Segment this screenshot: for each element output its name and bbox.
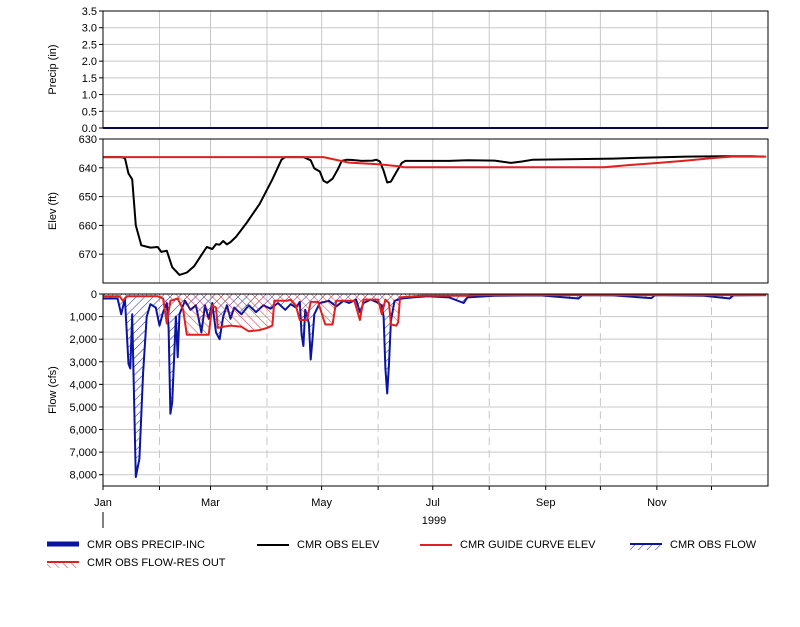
legend-label: CMR OBS ELEV bbox=[297, 539, 380, 551]
y-tick-label: 1,000 bbox=[69, 312, 97, 324]
y-tick-label: 2,000 bbox=[69, 334, 97, 346]
y-tick-label: 0 bbox=[91, 289, 97, 301]
legend: CMR OBS PRECIP-INC CMR OBS ELEV CMR GUIDE … bbox=[47, 539, 757, 569]
y-tick-label: 6,000 bbox=[69, 425, 97, 437]
y-tick-label: 5,000 bbox=[69, 402, 97, 414]
x-tick-label: Sep bbox=[536, 497, 556, 509]
y-tick-label: 3.0 bbox=[82, 23, 97, 35]
elevation-panel: 630 640 650 660 670 Elev (ft) bbox=[47, 134, 769, 284]
legend-label: CMR OBS FLOW bbox=[670, 539, 757, 551]
y-axis-label: Flow (cfs) bbox=[47, 366, 59, 414]
x-axis: Jan Mar May Jul Sep Nov bbox=[94, 486, 713, 509]
legend-item: CMR OBS FLOW-RES OUT bbox=[47, 557, 226, 569]
y-tick-label: 640 bbox=[79, 163, 97, 175]
legend-label: CMR GUIDE CURVE ELEV bbox=[460, 539, 596, 551]
hydrograph-chart: 0.00.51.01.52.02.53.03.5Precip (in) 6306… bbox=[47, 6, 769, 569]
y-tick-label: 670 bbox=[79, 249, 97, 261]
y-tick-label: 0.5 bbox=[82, 106, 97, 118]
y-tick-label: 8,000 bbox=[69, 470, 97, 482]
x-tick-label: Jan bbox=[94, 497, 112, 509]
legend-item: CMR OBS ELEV bbox=[257, 539, 380, 551]
y-tick-label: 1.0 bbox=[82, 90, 97, 102]
y-tick-label: 630 bbox=[79, 134, 97, 146]
x-axis-year-label: 1999 bbox=[422, 515, 446, 527]
x-tick-label: May bbox=[311, 497, 332, 509]
plot-area bbox=[103, 11, 768, 128]
legend-label: CMR OBS FLOW-RES OUT bbox=[87, 557, 226, 569]
legend-item: CMR OBS PRECIP-INC bbox=[47, 539, 205, 551]
y-axis-label: Precip (in) bbox=[47, 44, 59, 94]
flow-panel: 0 1,000 2,000 3,000 4,000 5,000 6,000 7,000 8,00… bbox=[47, 289, 769, 487]
legend-label: CMR OBS PRECIP-INC bbox=[87, 539, 205, 551]
y-tick-label: 2.0 bbox=[82, 56, 97, 68]
x-tick-label: Nov bbox=[647, 497, 667, 509]
legend-item: CMR OBS FLOW bbox=[630, 539, 757, 551]
precip-panel: 0.00.51.01.52.02.53.03.5Precip (in) bbox=[47, 6, 769, 135]
x-tick-label: Mar bbox=[201, 497, 220, 509]
y-axis-label: Elev (ft) bbox=[47, 192, 59, 230]
y-tick-label: 7,000 bbox=[69, 447, 97, 459]
legend-item: CMR GUIDE CURVE ELEV bbox=[420, 539, 596, 551]
y-tick-label: 3.5 bbox=[82, 6, 97, 18]
y-tick-label: 650 bbox=[79, 192, 97, 204]
y-tick-label: 660 bbox=[79, 220, 97, 232]
x-tick-label: Jul bbox=[426, 497, 440, 509]
y-tick-label: 2.5 bbox=[82, 39, 97, 51]
y-tick-label: 4,000 bbox=[69, 379, 97, 391]
y-tick-label: 1.5 bbox=[82, 73, 97, 85]
y-tick-label: 3,000 bbox=[69, 357, 97, 369]
